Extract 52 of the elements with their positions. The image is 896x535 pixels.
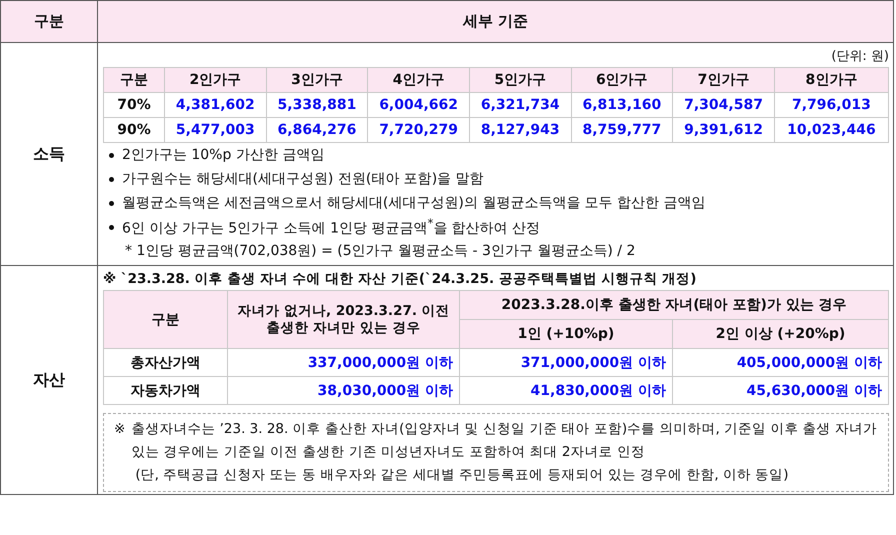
- table-cell: 6,321,734: [469, 92, 572, 118]
- table-cell: 7,720,279: [368, 118, 470, 142]
- column-header: 구분: [104, 68, 164, 92]
- note-text: 출생자녀수는 ’23. 3. 28. 이후 출산한 자녀(입양자녀 및 신청일 기준 태아 포함)수를 의미하며, 기준일 이후 출생 자녀가 있는 경우에는 기준일 이전 출생한 기존 미성년자녀도 포함하여 최대 2자녀로 인정: [131, 420, 878, 462]
- column-header: 2인 이상 (+20%p): [672, 320, 888, 348]
- table-cell: 8,759,777: [571, 118, 673, 142]
- footnote-text: * 1인당 평균금액(702,038원) = (5인가구 월평균소득 - 3인가구 월평균소득) / 2: [125, 242, 636, 260]
- note-mark: ※: [114, 420, 126, 439]
- table-cell: 5,477,003: [164, 118, 266, 142]
- bullet-icon: [109, 176, 114, 182]
- unit-label: (단위: 원): [831, 48, 889, 65]
- bullet-icon: [109, 224, 114, 230]
- table-cell: 10,023,446: [774, 118, 888, 142]
- row-header: 소득: [0, 42, 98, 266]
- table-cell: 8,127,943: [469, 118, 572, 142]
- table-cell: 7,796,013: [774, 92, 888, 118]
- column-header: 1인 (+10%p): [460, 320, 672, 348]
- row-header: 자동차가액: [104, 376, 228, 404]
- note-text: (단, 주택공급 신청자 또는 동 배우자와 같은 세대별 주민등록표에 등재되어 있는 경우에 한함, 이하 동일): [134, 466, 790, 485]
- column-header: 3인가구: [266, 68, 368, 92]
- row-header: 70%: [104, 92, 164, 118]
- column-header: 6인가구: [571, 68, 673, 92]
- table-cell: 6,864,276: [266, 118, 368, 142]
- table-cell: 38,030,000원 이하: [228, 376, 460, 404]
- row-header: 자산: [0, 266, 98, 494]
- column-header: 세부 기준: [98, 0, 894, 42]
- table-cell: 5,338,881: [266, 92, 368, 118]
- column-header: 구분: [104, 290, 228, 348]
- table-cell: 41,830,000원 이하: [460, 376, 672, 404]
- column-header: 2인가구: [164, 68, 266, 92]
- column-header: 5인가구: [469, 68, 572, 92]
- table-cell: 6,813,160: [571, 92, 673, 118]
- bullet-text: 6인 이상 가구는 5인가구 소득에 1인당 평균금액$^{*}$을 합산하여 산정: [122, 216, 540, 238]
- bullet-icon: [109, 200, 114, 206]
- bullet-text: 가구원수는 해당세대(세대구성원) 전원(태아 포함)을 말함: [122, 170, 484, 188]
- table-cell: 9,391,612: [672, 118, 774, 142]
- section-title: ※ `23.3.28. 이후 출생 자녀 수에 대한 자산 기준(`24.3.25. 공공주택특별법 시행규칙 개정): [103, 270, 696, 288]
- column-header: 2023.3.28.이후 출생한 자녀(태아 포함)가 있는 경우: [460, 290, 888, 320]
- bullet-text: 월평균소득액은 세전금액으로서 해당세대(세대구성원)의 월평균소득액을 모두 합산한 금액임: [122, 194, 706, 212]
- row-header: 90%: [104, 118, 164, 142]
- table-cell: 4,381,602: [164, 92, 266, 118]
- table-cell: 7,304,587: [672, 92, 774, 118]
- column-header: 자녀가 없거나, 2023.3.27. 이전 출생한 자녀만 있는 경우: [228, 290, 460, 348]
- column-header: 7인가구: [672, 68, 774, 92]
- bullet-text: 2인가구는 10%p 가산한 금액임: [122, 146, 324, 164]
- bullet-icon: [109, 152, 114, 158]
- column-header: 구분: [0, 0, 98, 42]
- table-cell: 6,004,662: [368, 92, 470, 118]
- column-header: 4인가구: [368, 68, 470, 92]
- column-header: 8인가구: [774, 68, 888, 92]
- row-header: 총자산가액: [104, 348, 228, 376]
- table-cell: 45,630,000원 이하: [672, 376, 888, 404]
